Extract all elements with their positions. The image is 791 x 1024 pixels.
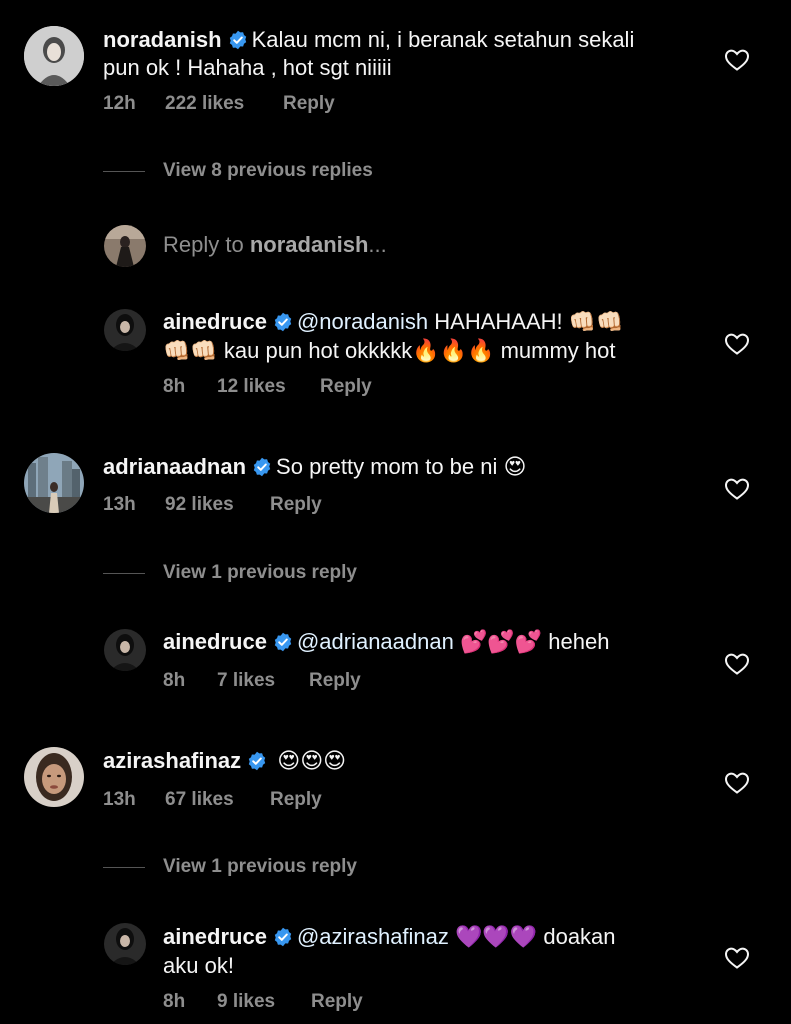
comment-username[interactable]: noradanish xyxy=(103,27,222,52)
reply-mention[interactable]: @noradanish xyxy=(297,309,428,334)
heart-icon[interactable] xyxy=(724,946,750,970)
comment-body: noradanish Kalau mcm ni, i beranak setahu… xyxy=(103,26,713,82)
comment-text: Kalau mcm ni, i beranak setahun sekali xyxy=(251,27,635,52)
verified-badge-icon xyxy=(228,30,248,50)
divider-line xyxy=(103,171,145,172)
divider-line xyxy=(103,867,145,868)
reply-meta: 8h 9 likes Reply xyxy=(163,991,363,1013)
heart-eyes-emoji: 😍😍😍 xyxy=(277,749,347,774)
comment-username[interactable]: adrianaadnan xyxy=(103,454,246,479)
comment-username[interactable]: azirashafinaz xyxy=(103,748,241,773)
heart-icon[interactable] xyxy=(724,652,750,676)
comment-meta: 13h 67 likes Reply xyxy=(103,789,322,811)
reply-text-end: mummy hot xyxy=(500,338,616,363)
verified-badge-icon xyxy=(252,457,272,477)
reply-username[interactable]: ainedruce xyxy=(163,924,267,949)
reply-text: HAHAHAAH! xyxy=(434,309,563,334)
reply-likes[interactable]: 9 likes xyxy=(217,991,311,1013)
reply-button[interactable]: Reply xyxy=(270,789,322,811)
comment-time: 13h xyxy=(103,789,136,810)
comment-body: azirashafinaz 😍😍😍 xyxy=(103,747,713,776)
reply-body: ainedruce @adrianaadnan 💕💕💕 heheh xyxy=(163,628,723,657)
comment-likes[interactable]: 92 likes xyxy=(165,494,270,516)
avatar[interactable] xyxy=(24,26,84,86)
reply-input[interactable]: Reply to noradanish... xyxy=(163,232,387,258)
comment-text-continued: pun ok ! Hahaha , hot sgt niiiii xyxy=(103,55,392,80)
reply-text-continued: aku ok! xyxy=(163,953,234,978)
reply-button[interactable]: Reply xyxy=(311,991,363,1013)
avatar-photo xyxy=(24,747,84,807)
reply-input-prefix: Reply to xyxy=(163,232,244,257)
view-previous-replies[interactable]: View 8 previous replies xyxy=(163,160,373,182)
heart-eyes-emoji: 😍 xyxy=(503,455,527,480)
heart-icon[interactable] xyxy=(724,771,750,795)
reply-input-target: noradanish xyxy=(249,232,369,257)
comment-text: So pretty mom to be ni xyxy=(276,454,498,479)
comment-time: 13h xyxy=(103,494,136,515)
reply-mention[interactable]: @adrianaadnan xyxy=(297,629,454,654)
reply-username[interactable]: ainedruce xyxy=(163,309,267,334)
current-user-avatar xyxy=(104,225,146,267)
comment-meta: 12h 222 likes Reply xyxy=(103,93,335,115)
purple-heart-emoji: 💜💜💜 xyxy=(455,925,538,950)
reply-meta: 8h 7 likes Reply xyxy=(163,670,361,692)
view-previous-replies[interactable]: View 1 previous reply xyxy=(163,856,357,878)
fire-emoji: 🔥🔥🔥 xyxy=(412,339,495,364)
reply-likes[interactable]: 12 likes xyxy=(217,376,320,398)
reply-button[interactable]: Reply xyxy=(320,376,372,398)
verified-badge-icon xyxy=(273,927,293,947)
avatar-photo xyxy=(24,26,84,86)
avatar[interactable] xyxy=(104,923,146,965)
avatar[interactable] xyxy=(104,309,146,351)
verified-badge-icon xyxy=(247,751,267,771)
avatar[interactable] xyxy=(24,747,84,807)
reply-button[interactable]: Reply xyxy=(270,494,322,516)
verified-badge-icon xyxy=(273,632,293,652)
reply-body: ainedruce @noradanish HAHAHAAH! 👊🏻👊🏻 👊🏻👊🏻… xyxy=(163,308,723,366)
reply-text: heheh xyxy=(548,629,610,654)
heart-icon[interactable] xyxy=(724,48,750,72)
reply-likes[interactable]: 7 likes xyxy=(217,670,309,692)
reply-time: 8h xyxy=(163,991,186,1012)
comment-body: adrianaadnan So pretty mom to be ni 😍 xyxy=(103,453,713,482)
reply-body: ainedruce @azirashafinaz 💜💜💜 doakan aku o… xyxy=(163,923,723,980)
avatar-photo xyxy=(104,629,146,671)
heart-icon[interactable] xyxy=(724,332,750,356)
comment-likes[interactable]: 222 likes xyxy=(165,93,283,115)
reply-button[interactable]: Reply xyxy=(309,670,361,692)
reply-username[interactable]: ainedruce xyxy=(163,629,267,654)
avatar-photo xyxy=(104,309,146,351)
fist-emoji: 👊🏻👊🏻 xyxy=(568,310,624,335)
comment-meta: 13h 92 likes Reply xyxy=(103,494,322,516)
reply-time: 8h xyxy=(163,670,186,691)
two-hearts-emoji: 💕💕💕 xyxy=(459,630,543,655)
reply-mention[interactable]: @azirashafinaz xyxy=(297,924,449,949)
reply-input-suffix: ... xyxy=(368,232,387,257)
verified-badge-icon xyxy=(273,312,293,332)
divider-line xyxy=(103,573,145,574)
reply-text: doakan xyxy=(543,924,616,949)
avatar-photo xyxy=(104,923,146,965)
comment-time: 12h xyxy=(103,93,136,114)
fist-emoji: 👊🏻👊🏻 xyxy=(163,339,218,364)
reply-time: 8h xyxy=(163,376,186,397)
reply-text-continued: kau pun hot okkkkk xyxy=(223,338,413,363)
reply-meta: 8h 12 likes Reply xyxy=(163,376,372,398)
reply-button[interactable]: Reply xyxy=(283,93,335,115)
avatar-photo xyxy=(104,225,146,267)
avatar-photo xyxy=(24,453,84,513)
avatar[interactable] xyxy=(24,453,84,513)
view-previous-replies[interactable]: View 1 previous reply xyxy=(163,562,357,584)
comment-likes[interactable]: 67 likes xyxy=(165,789,270,811)
heart-icon[interactable] xyxy=(724,477,750,501)
avatar[interactable] xyxy=(104,629,146,671)
